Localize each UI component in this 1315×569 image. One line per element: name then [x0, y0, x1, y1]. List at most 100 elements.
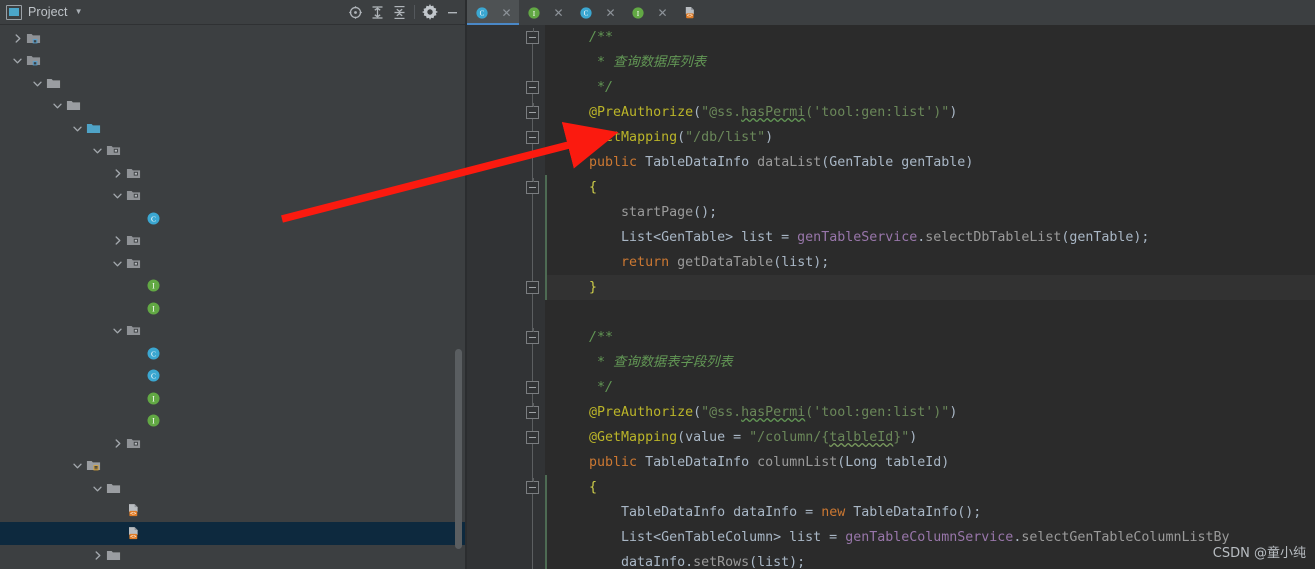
fold-marker[interactable] — [526, 431, 539, 444]
code-line[interactable]: TableDataInfo dataInfo = new TableDataIn… — [545, 500, 1315, 525]
fold-markers[interactable] — [519, 25, 545, 569]
tree-row-igentableservice[interactable]: I — [0, 410, 467, 433]
fold-marker[interactable] — [526, 478, 539, 494]
gear-icon[interactable] — [419, 1, 441, 23]
editor-tab-gencontroller-java[interactable]: C ✕ — [467, 0, 519, 25]
fold-marker[interactable] — [526, 131, 539, 144]
tree-expand-arrow[interactable] — [112, 168, 123, 179]
tree-expand-arrow[interactable] — [92, 483, 103, 494]
chevron-down-icon[interactable]: ▼ — [75, 8, 83, 16]
project-tree[interactable]: C I I C C I I <> <> — [0, 25, 467, 569]
code-line[interactable]: { — [545, 175, 1315, 200]
tree-row-mapper[interactable] — [0, 252, 467, 275]
tree-expand-arrow[interactable] — [112, 258, 123, 269]
fold-marker[interactable] — [526, 328, 539, 344]
code-line[interactable]: */ — [545, 375, 1315, 400]
tree-expand-arrow[interactable] — [112, 325, 123, 336]
code-line[interactable] — [545, 300, 1315, 325]
tree-row-ruoyi-generator[interactable] — [0, 50, 467, 73]
tree-row-main[interactable] — [0, 95, 467, 118]
tree-row-gentablemapper-xml[interactable]: <> — [0, 522, 467, 545]
tree-row-src[interactable] — [0, 72, 467, 95]
idea-window: Project ▼ C I I C C I I <> <> C ✕ I ✕ C … — [0, 0, 1315, 569]
close-icon[interactable]: ✕ — [501, 7, 512, 19]
tree-row-config[interactable] — [0, 162, 467, 185]
code-line[interactable]: @PreAuthorize("@ss.hasPermi('tool:gen:li… — [545, 100, 1315, 125]
tree-expand-arrow[interactable] — [52, 100, 63, 111]
code-line[interactable]: public TableDataInfo dataList(GenTable g… — [545, 150, 1315, 175]
tree-row-util[interactable] — [0, 432, 467, 455]
minimize-icon[interactable] — [441, 1, 463, 23]
tree-row-gencontroller[interactable]: C — [0, 207, 467, 230]
tree-row-domain[interactable] — [0, 230, 467, 253]
svg-text:C: C — [151, 214, 156, 223]
package-icon — [126, 166, 141, 181]
code-line[interactable]: } — [545, 275, 1315, 300]
java-interface-icon: I — [631, 6, 645, 20]
tree-expand-arrow[interactable] — [92, 145, 103, 156]
fold-marker[interactable] — [526, 281, 539, 294]
tree-row-igentablecolumnservice[interactable]: I — [0, 387, 467, 410]
code-text-area[interactable]: /** * 查询数据库列表 */ @PreAuthorize("@ss.hasP… — [545, 25, 1315, 569]
tree-expand-arrow[interactable] — [112, 190, 123, 201]
fold-marker[interactable] — [526, 381, 539, 394]
editor-gutter[interactable] — [467, 25, 545, 569]
tree-expand-arrow[interactable] — [72, 460, 83, 471]
code-line[interactable]: /** — [545, 325, 1315, 350]
tree-row-ruoyi-framework[interactable] — [0, 27, 467, 50]
code-line[interactable]: @GetMapping("/db/list") — [545, 125, 1315, 150]
tree-row-controller[interactable] — [0, 185, 467, 208]
fold-marker[interactable] — [526, 81, 539, 94]
code-line[interactable]: return getDataTable(list); — [545, 250, 1315, 275]
tree-expand-arrow[interactable] — [12, 33, 23, 44]
tree-row-service[interactable] — [0, 320, 467, 343]
editor-tab-g[interactable]: <> — [675, 0, 716, 25]
expand-all-icon[interactable] — [366, 1, 388, 23]
code-line[interactable]: /** — [545, 25, 1315, 50]
select-opened-file-icon[interactable] — [344, 1, 366, 23]
tree-expand-arrow[interactable] — [12, 55, 23, 66]
tree-expand-arrow[interactable] — [112, 438, 123, 449]
tree-row-java[interactable] — [0, 117, 467, 140]
code-line[interactable]: public TableDataInfo columnList(Long tab… — [545, 450, 1315, 475]
code-line[interactable]: startPage(); — [545, 200, 1315, 225]
java-interface-icon: I — [146, 301, 161, 316]
code-line[interactable]: * 查询数据库列表 — [545, 50, 1315, 75]
tree-row-gentableserviceimpl[interactable]: C — [0, 365, 467, 388]
code-line[interactable]: { — [545, 475, 1315, 500]
editor-tab-gentablemapper-java[interactable]: I ✕ — [623, 0, 675, 25]
fold-marker[interactable] — [526, 178, 539, 194]
tree-row-mapper-generator[interactable] — [0, 477, 467, 500]
code-line[interactable]: @PreAuthorize("@ss.hasPermi('tool:gen:li… — [545, 400, 1315, 425]
code-line[interactable]: List<GenTableColumn> list = genTableColu… — [545, 525, 1315, 550]
editor-tab-gentableserviceimpl-java[interactable]: C ✕ — [571, 0, 623, 25]
code-line[interactable]: @GetMapping(value = "/column/{talbleId}"… — [545, 425, 1315, 450]
fold-marker[interactable] — [526, 103, 539, 119]
close-icon[interactable]: ✕ — [553, 7, 564, 19]
brace-match-bar — [545, 175, 547, 300]
close-icon[interactable]: ✕ — [605, 7, 616, 19]
close-icon[interactable]: ✕ — [657, 7, 668, 19]
collapse-all-icon[interactable] — [388, 1, 410, 23]
tree-row-gentablemapper[interactable]: I — [0, 297, 467, 320]
code-line[interactable]: * 查询数据表字段列表 — [545, 350, 1315, 375]
tree-row-gentablecolumnmapper[interactable]: I — [0, 275, 467, 298]
tree-row-vm[interactable] — [0, 545, 467, 568]
tree-expand-arrow[interactable] — [92, 550, 103, 561]
fold-marker[interactable] — [526, 403, 539, 419]
editor-tab-igentableservice-java[interactable]: I ✕ — [519, 0, 571, 25]
code-line[interactable]: List<GenTable> list = genTableService.se… — [545, 225, 1315, 250]
code-line[interactable]: */ — [545, 75, 1315, 100]
tree-expand-arrow[interactable] — [72, 123, 83, 134]
fold-marker[interactable] — [526, 28, 539, 44]
tree-expand-arrow[interactable] — [32, 78, 43, 89]
editor-tabbar[interactable]: C ✕ I ✕ C ✕ I ✕ <> — [467, 0, 1315, 25]
tree-row-gentablecolumnserviceimpl[interactable]: C — [0, 342, 467, 365]
project-tree-scrollbar[interactable] — [455, 349, 462, 549]
tree-row-gentablecolumnmapper-xml[interactable]: <> — [0, 500, 467, 523]
tree-row-com-ruoyi-generator[interactable] — [0, 140, 467, 163]
code-line[interactable]: dataInfo.setRows(list); — [545, 550, 1315, 569]
tree-expand-arrow[interactable] — [112, 235, 123, 246]
svg-text:C: C — [480, 9, 485, 17]
tree-row-resources[interactable] — [0, 455, 467, 478]
